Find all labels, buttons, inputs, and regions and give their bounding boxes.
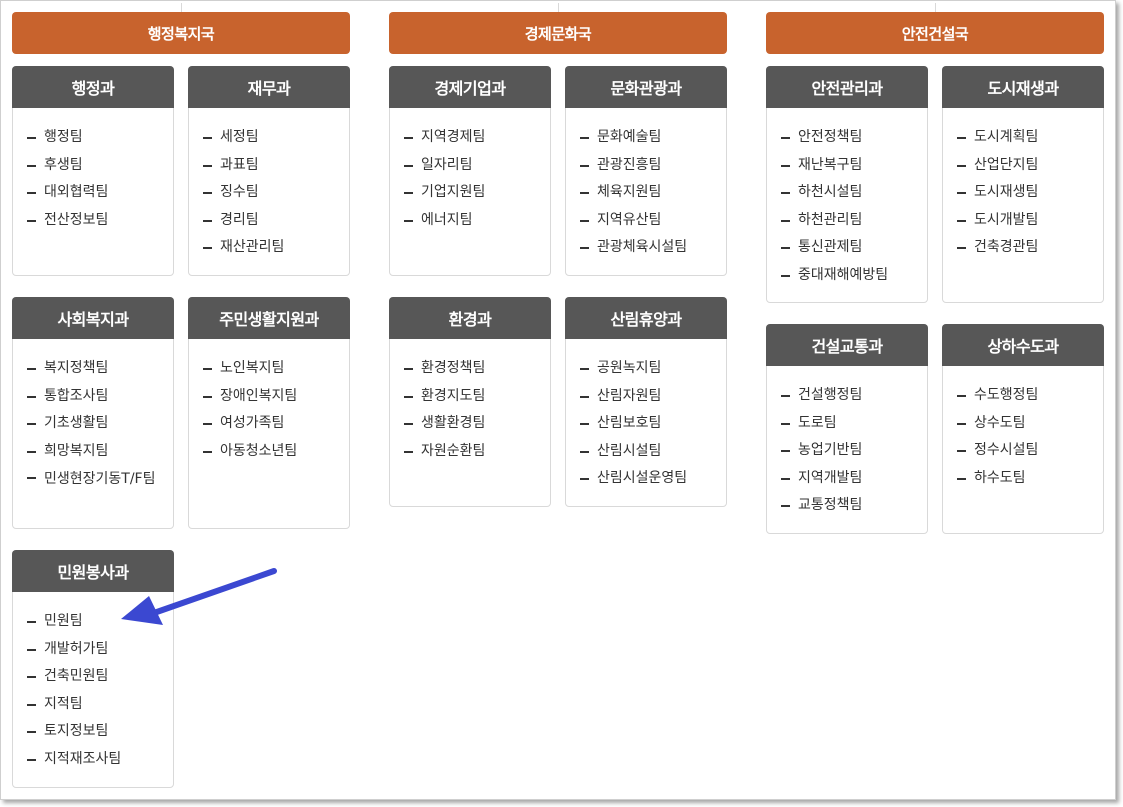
arrow-icon [121, 568, 277, 625]
org-chart-panel: 행정복지국 경제문화국 안전건설국 행정과 행정팀 후생팀 대외협력팀 전산정보… [0, 0, 1116, 800]
